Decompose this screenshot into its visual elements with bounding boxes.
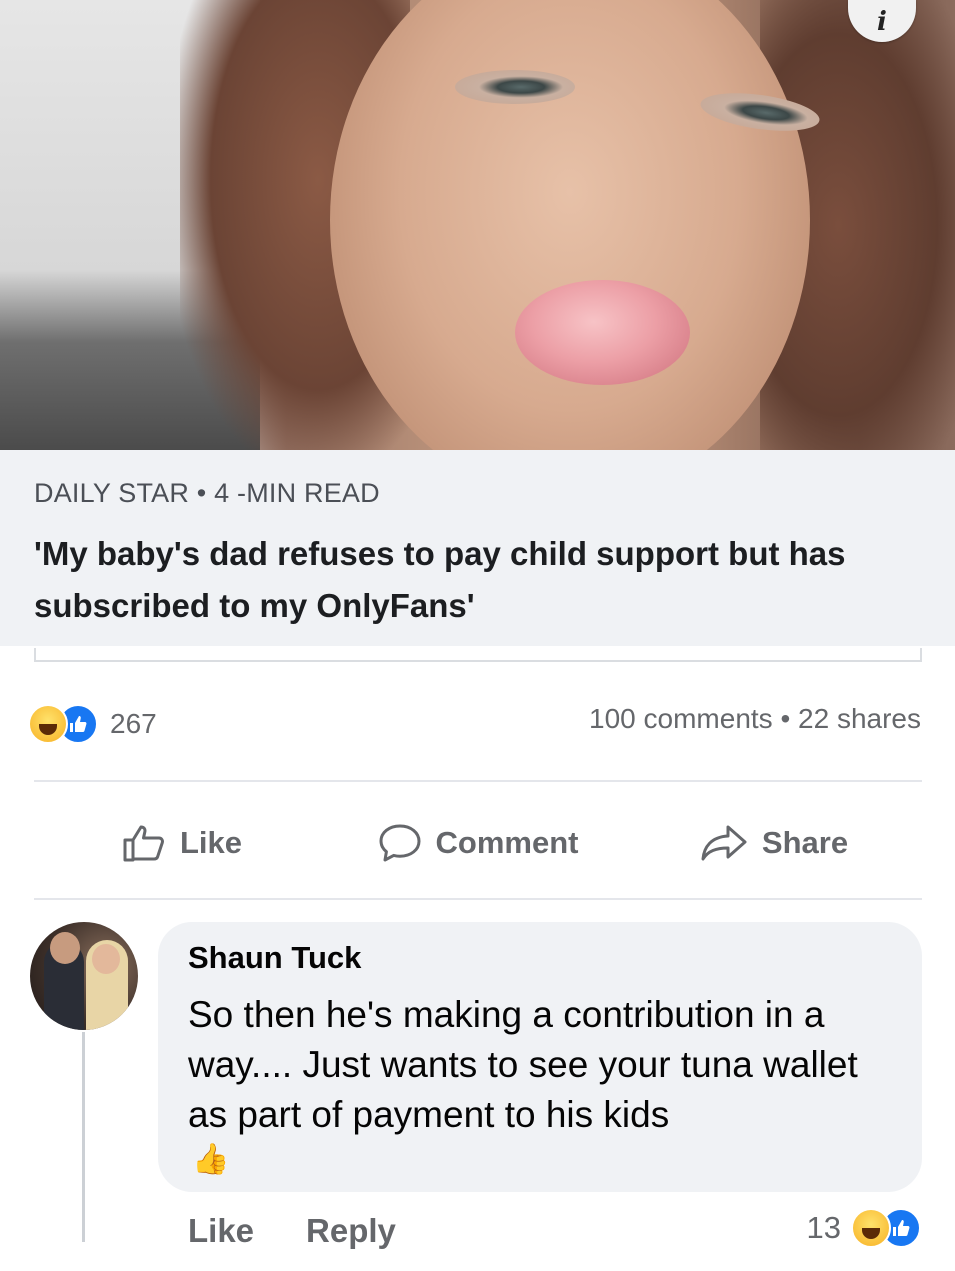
reply-thread-line [82, 1032, 85, 1242]
comment-reaction-count: 13 [806, 1210, 841, 1245]
avatar-person-right-head [92, 944, 120, 974]
like-button[interactable]: Like [34, 800, 330, 886]
preview-border [34, 648, 922, 662]
avatar[interactable] [30, 922, 138, 1030]
divider-top [34, 780, 922, 782]
share-button[interactable]: Share [626, 800, 922, 886]
comment-author[interactable]: Shaun Tuck [188, 940, 361, 976]
thumbs-up-emoji-icon: 👍 [192, 1143, 230, 1176]
article-source: DAILY STAR • 4 -MIN READ [34, 478, 380, 508]
image-lips [515, 280, 690, 385]
comment-reply-button[interactable]: Reply [306, 1212, 396, 1250]
haha-icon [28, 704, 68, 744]
comments-shares-count[interactable]: 100 comments • 22 shares [589, 703, 921, 735]
image-face [330, 0, 810, 450]
comment-button-label: Comment [435, 825, 579, 860]
comment-reaction-summary[interactable]: 13 [807, 1208, 921, 1248]
comment-button[interactable]: Comment [330, 800, 626, 886]
like-button-label: Like [179, 825, 243, 860]
comment-text: So then he's making a contribution in a … [188, 994, 858, 1135]
image-eye-left [455, 70, 575, 104]
speech-bubble-icon [379, 824, 421, 862]
comment-like-button[interactable]: Like [188, 1212, 254, 1250]
divider-bottom [34, 898, 922, 900]
post-action-bar: Like Comment Share [34, 800, 922, 886]
reaction-summary[interactable]: 267 [28, 702, 157, 746]
article-headline[interactable]: 'My baby's dad refuses to pay child supp… [34, 528, 914, 632]
share-arrow-icon [701, 825, 747, 861]
haha-icon [851, 1208, 891, 1248]
comment-actions: Like Reply [188, 1212, 396, 1250]
thumbs-up-icon [123, 825, 164, 862]
reaction-count: 267 [110, 708, 157, 739]
share-button-label: Share [761, 825, 849, 860]
article-image[interactable] [0, 0, 955, 450]
avatar-person-left-head [50, 932, 80, 964]
